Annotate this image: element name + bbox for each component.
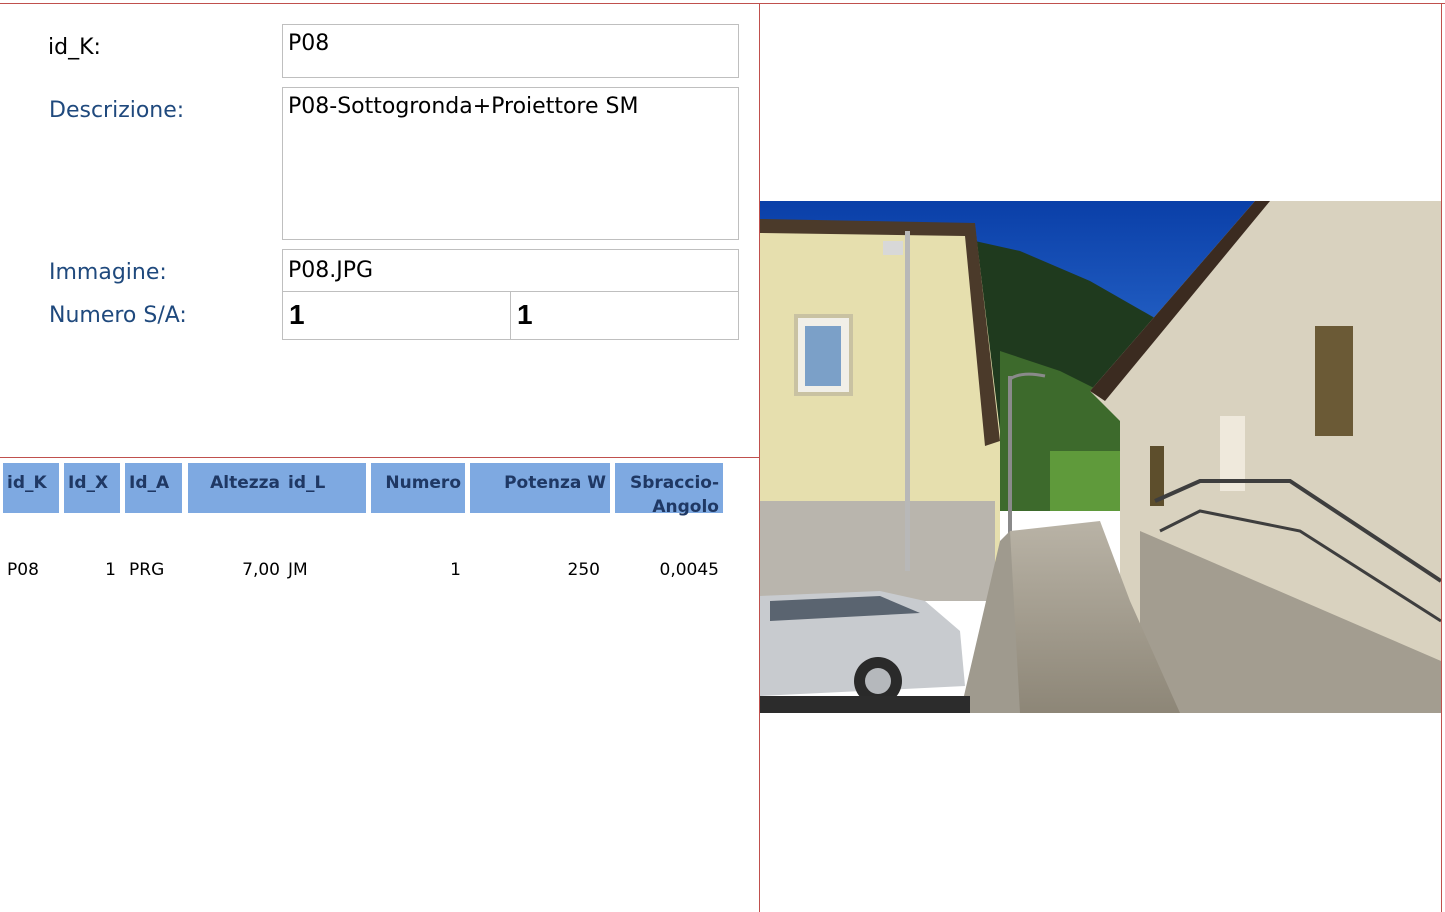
id-k-field[interactable]: P08 xyxy=(282,24,739,78)
cell-numero: 1 xyxy=(450,560,461,580)
descrizione-label: Descrizione: xyxy=(49,98,185,123)
cell-altezza: 7,00 xyxy=(242,560,280,580)
cell-id-x: 1 xyxy=(105,560,116,580)
cell-id-k: P08 xyxy=(7,560,39,580)
header-id-k: id_K xyxy=(3,463,59,513)
descrizione-field[interactable]: P08-Sottogronda+Proiettore SM xyxy=(282,87,739,240)
cell-id-l: JM xyxy=(288,560,308,580)
header-sbraccio-line2: Angolo xyxy=(652,497,719,517)
cell-sbraccio-angolo: 0,0045 xyxy=(659,560,719,580)
cell-id-a: PRG xyxy=(129,560,165,580)
numero-a-field[interactable]: 1 xyxy=(510,291,739,340)
panel-divider-horizontal xyxy=(0,457,760,458)
header-id-a: Id_A xyxy=(125,463,182,513)
cell-potenza-w: 250 xyxy=(567,560,600,580)
location-photo xyxy=(760,201,1441,713)
immagine-field[interactable]: P08.JPG xyxy=(282,249,739,292)
id-k-label: id_K: xyxy=(48,35,101,60)
numero-sa-label: Numero S/A: xyxy=(49,303,187,328)
header-id-x: Id_X xyxy=(64,463,120,513)
frame-right-border xyxy=(1441,3,1442,912)
header-id-l: id_L xyxy=(284,463,366,513)
header-numero: Numero xyxy=(371,463,465,513)
header-sbraccio-angolo: Sbraccio- Angolo xyxy=(615,463,723,517)
numero-s-field[interactable]: 1 xyxy=(282,291,511,340)
frame-top-border xyxy=(0,3,1445,4)
header-sbraccio-line1: Sbraccio- xyxy=(630,473,719,493)
header-potenza-w: Potenza W xyxy=(470,463,610,513)
header-altezza: Altezza xyxy=(188,463,284,513)
immagine-label: Immagine: xyxy=(49,260,167,285)
